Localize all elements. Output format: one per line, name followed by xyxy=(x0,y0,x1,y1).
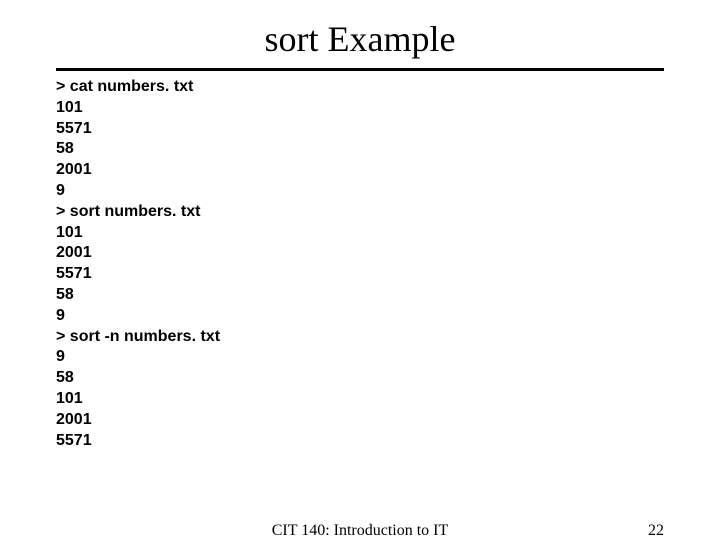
title-divider xyxy=(56,68,664,71)
slide-body-text: > cat numbers. txt 101 5571 58 2001 9 > … xyxy=(56,77,664,451)
footer-page-number: 22 xyxy=(648,522,664,540)
footer-course: CIT 140: Introduction to IT xyxy=(272,522,449,540)
slide-title: sort Example xyxy=(0,0,720,68)
